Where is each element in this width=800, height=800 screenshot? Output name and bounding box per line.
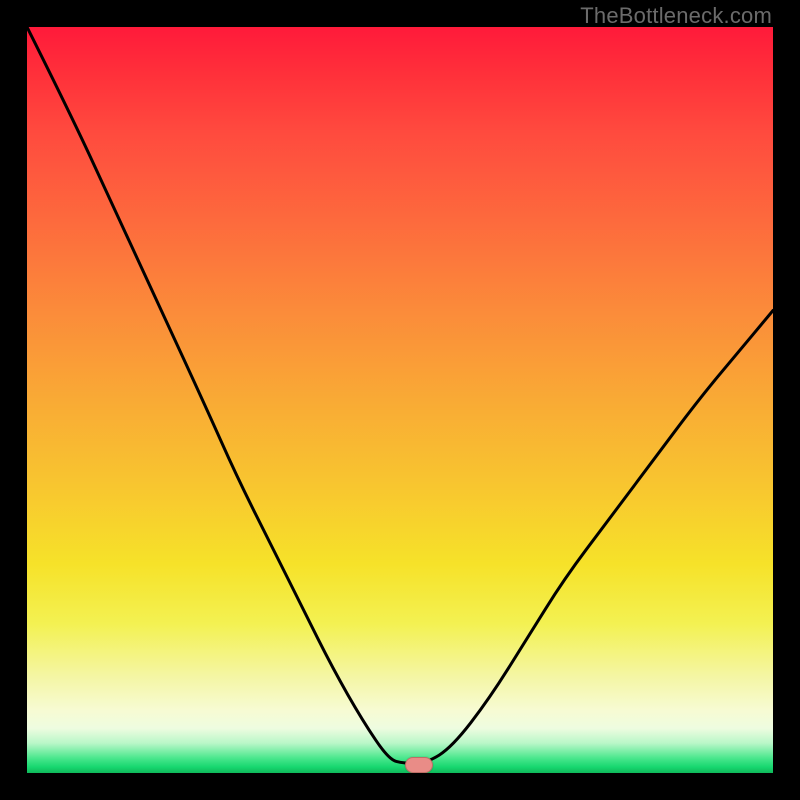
plot-area [27, 27, 773, 773]
chart-frame: TheBottleneck.com [0, 0, 800, 800]
optimal-marker [405, 757, 433, 773]
bottleneck-curve [27, 27, 773, 773]
attribution-label: TheBottleneck.com [580, 3, 772, 29]
